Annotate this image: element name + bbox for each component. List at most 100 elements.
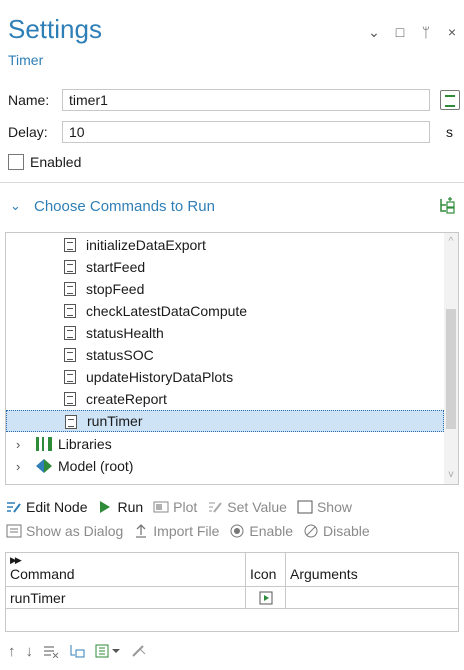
show-as-dialog-label: Show as Dialog: [26, 523, 124, 539]
method-icon: [64, 348, 76, 362]
clear-icon[interactable]: [131, 644, 147, 658]
show-label: Show: [316, 499, 352, 515]
delay-label: Delay:: [8, 124, 48, 140]
column-header-arguments[interactable]: Arguments: [286, 553, 458, 586]
cell-icon[interactable]: [246, 587, 286, 608]
column-header-icon[interactable]: Icon: [246, 553, 286, 586]
tree-scrollbar[interactable]: ^ v: [444, 233, 458, 484]
window-controls: ⌄ □ ᛘ ×: [368, 24, 458, 41]
chevron-right-icon[interactable]: ›: [16, 459, 20, 474]
libraries-icon: [36, 437, 52, 451]
add-dropdown-icon[interactable]: [95, 644, 121, 658]
cell-command-value: runTimer: [10, 589, 66, 606]
name-row: Name:: [0, 86, 464, 114]
tree-item-method[interactable]: startFeed: [6, 256, 444, 278]
cell-arguments[interactable]: [286, 587, 458, 608]
tree-item-method[interactable]: initializeDataExport: [6, 234, 444, 256]
run-icon: [100, 501, 111, 513]
tree-item-label: updateHistoryDataPlots: [86, 369, 234, 385]
sort-icon[interactable]: ▶▶: [10, 555, 22, 566]
plot-button[interactable]: Plot: [153, 499, 197, 515]
enabled-checkbox[interactable]: [8, 154, 24, 170]
tree-item-method[interactable]: stopFeed: [6, 278, 444, 300]
commands-tree[interactable]: initializeDataExport startFeed stopFeed …: [5, 232, 459, 485]
table-row[interactable]: runTimer: [6, 587, 458, 609]
name-node-icon[interactable]: [440, 90, 460, 110]
set-value-button[interactable]: Set Value: [207, 499, 287, 515]
commands-table[interactable]: ▶▶ Command Icon Arguments runTimer: [5, 552, 459, 632]
enabled-row: Enabled: [0, 148, 464, 176]
chevron-down-icon[interactable]: ⌄: [10, 198, 21, 214]
pin-icon[interactable]: ᛘ: [420, 24, 432, 41]
column-header-label: Icon: [250, 566, 277, 582]
set-value-label: Set Value: [227, 499, 287, 515]
table-actions-bar: ↑ ↓: [8, 640, 147, 662]
method-icon: [64, 260, 76, 274]
table-header: ▶▶ Command Icon Arguments: [6, 553, 458, 587]
section-header-choose-commands[interactable]: ⌄ Choose Commands to Run: [0, 192, 464, 220]
toolbar-row-1: Edit Node Run Plot Set Value Show: [6, 496, 460, 518]
column-header-command[interactable]: ▶▶ Command: [6, 553, 246, 586]
show-icon: [297, 500, 313, 514]
tree-item-libraries[interactable]: › Libraries: [6, 433, 444, 455]
tree-item-method[interactable]: statusSOC: [6, 344, 444, 366]
method-icon: [64, 392, 76, 406]
scroll-down-icon[interactable]: v: [446, 470, 456, 480]
tree-item-label: statusHealth: [86, 325, 164, 341]
scroll-thumb[interactable]: [446, 309, 456, 429]
show-as-dialog-button[interactable]: Show as Dialog: [6, 523, 123, 539]
tree-item-method[interactable]: checkLatestDataCompute: [6, 300, 444, 322]
cell-command[interactable]: runTimer: [6, 587, 246, 608]
tree-item-label: runTimer: [87, 413, 143, 429]
scroll-up-icon[interactable]: ^: [446, 237, 456, 247]
delay-field[interactable]: [62, 121, 430, 143]
run-icon: [259, 591, 272, 604]
disable-icon: [304, 524, 318, 538]
edit-node-label: Edit Node: [26, 499, 88, 515]
method-icon: [64, 370, 76, 384]
tree-item-method-selected[interactable]: runTimer: [6, 410, 444, 432]
edit-node-icon: [7, 502, 21, 513]
tree-item-label: createReport: [86, 391, 167, 407]
dialog-icon: [6, 524, 22, 538]
enable-icon: [230, 524, 244, 538]
tree-item-label: startFeed: [86, 259, 146, 275]
plot-label: Plot: [173, 499, 198, 515]
tree-item-method[interactable]: createReport: [6, 388, 444, 410]
disable-button[interactable]: Disable: [303, 523, 370, 539]
tree-add-icon[interactable]: [438, 197, 456, 215]
tree-item-label: Libraries: [58, 436, 112, 452]
dropdown-icon[interactable]: ⌄: [368, 24, 380, 41]
method-icon: [64, 326, 76, 340]
name-label: Name:: [8, 92, 50, 108]
edit-node-button[interactable]: Edit Node: [6, 499, 87, 515]
add-row-icon[interactable]: [69, 644, 85, 658]
settings-header: Settings Timer ⌄ □ ᛘ ×: [0, 0, 464, 80]
tree-item-method[interactable]: updateHistoryDataPlots: [6, 366, 444, 388]
show-button[interactable]: Show: [297, 499, 352, 515]
tree-item-method[interactable]: statusHealth: [6, 322, 444, 344]
import-file-label: Import File: [153, 523, 220, 539]
run-button[interactable]: Run: [97, 499, 143, 515]
model-icon: [36, 459, 52, 473]
close-icon[interactable]: ×: [446, 24, 458, 41]
tree-item-label: initializeDataExport: [86, 237, 206, 253]
delete-list-icon[interactable]: [43, 644, 59, 658]
column-header-label: Arguments: [290, 566, 358, 582]
chevron-right-icon[interactable]: ›: [16, 437, 20, 452]
delay-unit: s: [446, 124, 453, 140]
tree-item-label: stopFeed: [86, 281, 145, 297]
import-file-button[interactable]: Import File: [133, 523, 219, 539]
set-value-icon: [209, 502, 223, 513]
tree-item-label: Model (root): [58, 458, 134, 474]
maximize-icon[interactable]: □: [394, 24, 406, 41]
method-icon: [64, 304, 76, 318]
tree-item-label: checkLatestDataCompute: [86, 303, 248, 319]
move-down-icon[interactable]: ↓: [26, 643, 34, 660]
move-up-icon[interactable]: ↑: [8, 643, 16, 660]
tree-item-model-root[interactable]: › Model (root): [6, 455, 444, 477]
import-icon: [136, 524, 147, 538]
toolbar-row-2: Show as Dialog Import File Enable Disabl…: [6, 520, 460, 542]
name-field[interactable]: [62, 89, 430, 111]
enable-button[interactable]: Enable: [229, 523, 293, 539]
